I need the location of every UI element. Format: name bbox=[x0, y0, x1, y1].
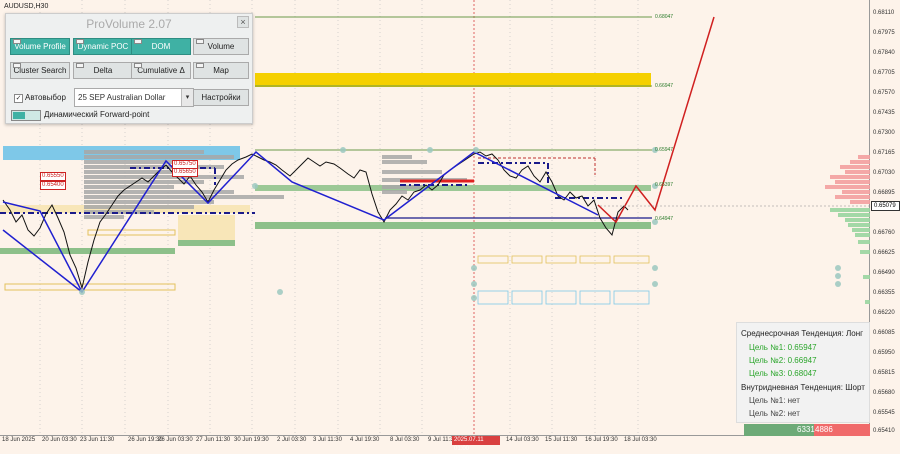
toggle-knob bbox=[13, 112, 25, 119]
crosshair-time-label: 2025.07.11 01:00 bbox=[452, 436, 500, 452]
time-tick: 3 Jul 11:30 bbox=[313, 437, 342, 443]
price-box: 0.65550 bbox=[40, 172, 66, 181]
toggle-icon bbox=[196, 39, 204, 44]
toggle-icon bbox=[76, 63, 84, 68]
price-tick: 0.65680 bbox=[873, 390, 895, 396]
provolume-panel[interactable]: ProVolume 2.07 × Volume Profile Dynamic … bbox=[5, 13, 253, 124]
close-button[interactable]: × bbox=[237, 16, 249, 28]
price-tick: 0.67435 bbox=[873, 110, 895, 116]
intraday-target: Цель №2: нет bbox=[749, 409, 800, 418]
time-tick: 4 Jul 19:30 bbox=[350, 437, 380, 443]
price-tick: 0.66490 bbox=[873, 270, 895, 276]
level-label: 0.64947 bbox=[655, 216, 674, 222]
price-tick: 0.67975 bbox=[873, 30, 895, 36]
price-tick: 0.67570 bbox=[873, 90, 895, 96]
chevron-down-icon[interactable]: ▾ bbox=[181, 89, 193, 106]
midterm-target: Цель №1: 0.65947 bbox=[749, 343, 817, 352]
instrument-value: 25 SEP Australian Dollar bbox=[78, 93, 166, 102]
time-tick: 2 Jul 03:30 bbox=[277, 437, 307, 443]
price-tick: 0.66625 bbox=[873, 250, 895, 256]
toggle-icon bbox=[196, 63, 204, 68]
toggle-icon bbox=[76, 39, 84, 44]
time-tick: 16 Jul 19:30 bbox=[585, 437, 618, 443]
midterm-trend-title: Среднесрочная Тенденция: Лонг bbox=[741, 329, 864, 338]
toggle-icon bbox=[13, 63, 21, 68]
midterm-target: Цель №2: 0.66947 bbox=[749, 356, 817, 365]
button-label: DOM bbox=[151, 42, 171, 51]
time-axis[interactable]: 18 Jun 2025 20 Jun 03:30 23 Jun 11:30 26… bbox=[0, 436, 870, 452]
chart-area[interactable]: AUDUSD,H30 0.68047 0.66947 0.65947 0.653… bbox=[0, 0, 900, 452]
price-tick: 0.68110 bbox=[873, 10, 895, 16]
toggle-icon bbox=[134, 39, 142, 44]
current-price-label: 0.65079 bbox=[871, 201, 900, 211]
price-tick: 0.67705 bbox=[873, 70, 895, 76]
price-tick: 0.65410 bbox=[873, 428, 895, 434]
time-tick: 18 Jun 2025 bbox=[2, 437, 36, 443]
time-tick: 23 Jun 11:30 bbox=[80, 437, 115, 443]
time-tick: 18 Jul 03:30 bbox=[624, 437, 657, 443]
price-axis[interactable]: 0.68110 0.67975 0.67840 0.67705 0.67570 … bbox=[870, 0, 900, 436]
level-label: 0.66947 bbox=[655, 83, 674, 89]
time-tick: 14 Jul 03:30 bbox=[506, 437, 539, 443]
button-label: Map bbox=[213, 66, 229, 75]
instrument-select[interactable]: 25 SEP Australian Dollar ▾ bbox=[74, 88, 194, 107]
cumulative-delta-button[interactable]: Cumulative Δ bbox=[131, 62, 191, 79]
sell-volume-value: 4886 bbox=[815, 425, 833, 434]
intraday-target: Цель №1: нет bbox=[749, 396, 800, 405]
settings-button[interactable]: Настройки bbox=[193, 89, 249, 106]
volume-profile-button[interactable]: Volume Profile bbox=[10, 38, 70, 55]
dynamic-poc-button[interactable]: Dynamic POC bbox=[73, 38, 133, 55]
dom-button[interactable]: DOM bbox=[131, 38, 191, 55]
price-tick: 0.67165 bbox=[873, 150, 895, 156]
price-tick: 0.67300 bbox=[873, 130, 895, 136]
button-label: Delta bbox=[93, 66, 113, 75]
price-tick: 0.65815 bbox=[873, 370, 895, 376]
price-tick: 0.66760 bbox=[873, 230, 895, 236]
price-tick: 0.66895 bbox=[873, 190, 895, 196]
level-label: 0.65397 bbox=[655, 182, 674, 188]
price-tick: 0.65950 bbox=[873, 350, 895, 356]
button-label: Volume Profile bbox=[14, 42, 66, 51]
price-tick: 0.67030 bbox=[873, 170, 895, 176]
toggle-icon bbox=[134, 63, 142, 68]
level-label: 0.65947 bbox=[655, 147, 674, 153]
price-tick: 0.66355 bbox=[873, 290, 895, 296]
toggle-icon bbox=[13, 39, 21, 44]
forward-point-toggle[interactable] bbox=[11, 110, 41, 121]
time-tick: 15 Jul 11:30 bbox=[545, 437, 578, 443]
delta-button[interactable]: Delta bbox=[73, 62, 133, 79]
time-tick: 30 Jun 19:30 bbox=[234, 437, 269, 443]
volume-button[interactable]: Volume bbox=[193, 38, 249, 55]
button-label: Dynamic POC bbox=[77, 42, 129, 51]
button-label: Volume bbox=[207, 42, 235, 51]
time-tick: 20 Jun 03:30 bbox=[42, 437, 77, 443]
forward-point-label: Динамический Forward-point bbox=[44, 110, 150, 119]
panel-title: ProVolume 2.07 bbox=[86, 17, 172, 31]
symbol-label: AUDUSD,H30 bbox=[4, 3, 49, 10]
time-tick: 8 Jul 03:30 bbox=[390, 437, 420, 443]
price-box: 0.65650 bbox=[172, 168, 198, 177]
price-tick: 0.66085 bbox=[873, 330, 895, 336]
auto-select-label: Автовыбор bbox=[25, 93, 66, 102]
cluster-search-button[interactable]: Cluster Search bbox=[10, 62, 70, 79]
time-tick: 26 Jun 03:30 bbox=[158, 437, 193, 443]
intraday-trend-title: Внутридневная Тенденция: Шорт bbox=[741, 383, 865, 392]
price-tick: 0.66220 bbox=[873, 310, 895, 316]
map-button[interactable]: Map bbox=[193, 62, 249, 79]
buy-volume-value: 6331 bbox=[797, 425, 815, 434]
price-tick: 0.65545 bbox=[873, 410, 895, 416]
trend-info-box: Среднесрочная Тенденция: Лонг Цель №1: 0… bbox=[736, 322, 870, 423]
button-label: Cluster Search bbox=[13, 66, 67, 75]
level-label: 0.68047 bbox=[655, 14, 674, 20]
midterm-target: Цель №3: 0.68047 bbox=[749, 369, 817, 378]
price-box: 0.65400 bbox=[40, 181, 66, 190]
button-label: Cumulative Δ bbox=[137, 66, 185, 75]
time-tick: 27 Jun 11:30 bbox=[196, 437, 231, 443]
price-tick: 0.67840 bbox=[873, 50, 895, 56]
auto-select-checkbox[interactable]: ✓ bbox=[14, 94, 23, 103]
